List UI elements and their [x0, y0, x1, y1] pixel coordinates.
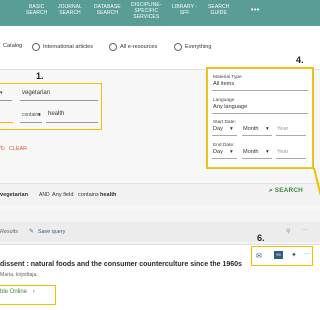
scope-international-articles[interactable]: International articles — [32, 43, 93, 51]
nav-basic-search[interactable]: BASIC SEARCH — [26, 4, 47, 16]
radio-button[interactable] — [109, 43, 117, 51]
search-scope-bar: Catalog International articles All e-res… — [0, 26, 320, 70]
search-button-label: SEARCH — [274, 187, 303, 194]
scope-catalog[interactable]: Catalog — [3, 43, 22, 49]
clear-button[interactable]: CLEAR — [9, 146, 27, 152]
nav-library-sff[interactable]: LIBRARY - SFF — [172, 4, 197, 16]
refresh-icon: ↻ — [0, 146, 6, 152]
nav-label-line: SEARCH — [26, 10, 48, 16]
annotation-number-1: 1. — [36, 71, 44, 81]
nav-label-line: SERVICES — [133, 14, 160, 20]
nav-search-guide[interactable]: SEARCH GUIDE — [208, 4, 229, 16]
nav-label-line: GUIDE — [210, 10, 227, 16]
scope-label: Catalog — [3, 43, 23, 49]
save-query-button[interactable]: Save query — [38, 229, 65, 235]
scope-everything[interactable]: Everything — [174, 43, 211, 51]
nav-database-search[interactable]: DATABASE SEARCH — [94, 4, 121, 16]
summary-first-value: vegetarian — [0, 192, 28, 198]
search-button[interactable]: ⌕ SEARCH — [269, 187, 303, 195]
pin-icon[interactable]: ⚲ — [286, 228, 290, 235]
annotation-box-1 — [0, 83, 102, 130]
more-menu-button[interactable]: ••• — [251, 7, 260, 14]
summary-connector: AND — [39, 192, 50, 198]
annotation-box-availability — [0, 285, 56, 305]
pin-icon: ✎ — [29, 229, 35, 235]
result-author: Maria, kirjoittaja. — [0, 272, 38, 278]
nav-journal-search[interactable]: JOURNAL SEARCH — [58, 4, 82, 16]
page: BASIC SEARCH JOURNAL SEARCH DATABASE SEA… — [0, 0, 320, 310]
results-toolbar: Results ✎ Save query ⚲ ··· — [0, 222, 320, 242]
summary-field: Any field — [52, 192, 74, 198]
summary-relation: contains — [78, 192, 99, 198]
scope-label: International articles — [43, 44, 94, 50]
radio-button[interactable] — [32, 43, 40, 51]
top-navigation: BASIC SEARCH JOURNAL SEARCH DATABASE SEA… — [0, 0, 320, 26]
annotation-box-1-extension — [0, 83, 13, 123]
search-icon: ⌕ — [269, 187, 273, 194]
nav-label-line: SEARCH — [96, 10, 119, 16]
result-title[interactable]: dissent : natural foods and the consumer… — [0, 261, 242, 268]
nav-discipline-specific-services[interactable]: DISCIPLINE- SPECIFIC SERVICES — [131, 2, 162, 20]
more-options-icon[interactable]: ··· — [302, 227, 308, 233]
annotation-number-4: 4. — [296, 55, 304, 65]
nav-label-line: SEARCH — [59, 10, 81, 16]
summary-second-value: health — [100, 192, 117, 198]
scope-label: Everything — [185, 44, 212, 50]
annotation-number-6: 6. — [257, 233, 265, 243]
scope-all-e-resources[interactable]: All e-resources — [109, 43, 157, 51]
annotation-box-6 — [251, 246, 313, 266]
radio-button[interactable] — [174, 43, 182, 51]
nav-label-line: SFF — [179, 10, 190, 16]
scope-label: All e-resources — [120, 44, 158, 50]
results-label: Results — [0, 229, 18, 235]
annotation-box-4 — [206, 67, 314, 169]
